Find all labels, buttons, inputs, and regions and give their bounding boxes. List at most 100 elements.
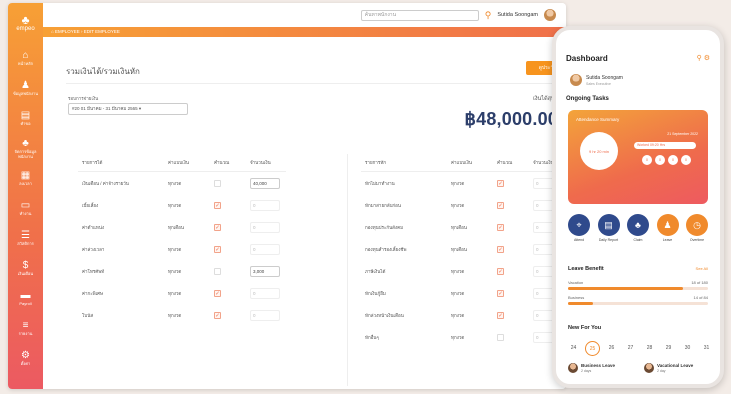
divider (66, 83, 556, 84)
table-row: กองทุนสำรองเลี้ยงชีพ ทุกเดือน ✓ 0 (361, 238, 566, 260)
phone-user-name: Sutida Soongam (586, 75, 623, 81)
clock-dial: 9 hr 20 min (580, 132, 618, 170)
app-logo[interactable]: ♣ empeo (8, 3, 43, 43)
sidebar-item[interactable]: ▭ ทำงาน (8, 193, 43, 223)
calc-checkbox[interactable]: ✓ (497, 289, 504, 297)
date-item[interactable]: 29 (661, 341, 676, 356)
amount-input[interactable]: 40,000 (250, 177, 280, 189)
main-content: รวมเงินได้/รวมเงินหัก ดูประวัติการแก้ไข … (43, 37, 566, 389)
calc-checkbox[interactable]: ✓ (497, 179, 504, 187)
amount-input[interactable]: 0 (250, 309, 280, 321)
calc-checkbox[interactable]: ✓ (214, 311, 221, 319)
quick-action-label: Overtime (689, 238, 705, 242)
sidebar-menu: ⌂ หน้าหลัก ♟ ข้อมูลพนักงาน ▤ คำขอ ♣ จัดการข้อมู… (8, 43, 43, 373)
calc-checkbox[interactable]: ✓ (214, 179, 221, 187)
table-row: ค่าโทรศัพท์ ทุกงวด ✓ 3,000 (78, 260, 286, 282)
item-name: เงินเดือน / ค่าจ้างรายวัน (82, 180, 129, 186)
status-circle: 0 (668, 155, 678, 165)
sidebar-item[interactable]: ♣ จัดการข้อมูล พนักงาน (8, 133, 43, 163)
item-type: ทุกงวด (168, 268, 182, 274)
leave-title: Business Leave (581, 363, 616, 368)
calc-checkbox[interactable]: ✓ (497, 245, 504, 253)
calc-checkbox[interactable]: ✓ (497, 311, 504, 319)
item-type: ทุกงวด (451, 268, 465, 274)
calc-checkbox[interactable]: ✓ (497, 223, 504, 231)
date-item[interactable]: 24 (566, 341, 581, 356)
attendance-card[interactable]: Attendance Summary 21 September 2022 9 h… (568, 110, 708, 204)
amount-input[interactable]: 0 (250, 221, 280, 233)
date-item[interactable]: 28 (642, 341, 657, 356)
desktop-window: ♣ empeo ⌂ หน้าหลัก ♟ ข้อมูลพนักงาน ▤ คำขอ ♣ จัด… (8, 3, 566, 389)
table-row: หักเงินกู้ยืม ทุกงวด ✓ 0 (361, 282, 566, 304)
quick-action[interactable]: ◷ Overtime (684, 214, 710, 242)
people-icon: ♣ (22, 137, 29, 149)
sidebar-item[interactable]: ▤ คำขอ (8, 103, 43, 133)
period-label: รอบการจ่ายเงิน (68, 96, 99, 101)
date-item[interactable]: 26 (604, 341, 619, 356)
item-name: หักล่วงหน้าเงินเดือน (365, 312, 404, 318)
sidebar-item[interactable]: ⌂ หน้าหลัก (8, 43, 43, 73)
quick-action[interactable]: ⌖ Attend (566, 214, 592, 242)
amount-input[interactable]: 3,000 (250, 265, 280, 277)
calc-checkbox[interactable]: ✓ (497, 201, 504, 209)
sidebar-item-label: Payroll (19, 301, 32, 306)
item-name: โบนัส (82, 312, 94, 318)
leave-card[interactable]: Business Leave 2 days (568, 363, 634, 384)
sidebar-item[interactable]: ⚙ ตั้งค่า (8, 343, 43, 373)
search-icon[interactable]: ⚲ (697, 55, 702, 62)
sidebar-item[interactable]: ♟ ข้อมูลพนักงาน (8, 73, 43, 103)
quick-action[interactable]: ♣ Claim (625, 214, 651, 242)
date-item[interactable]: 30 (680, 341, 695, 356)
user-name[interactable]: Sutida Soongam (497, 12, 538, 18)
calc-checkbox[interactable]: ✓ (214, 267, 221, 275)
sidebar-item[interactable]: ▬ Payroll (8, 283, 43, 313)
leave-type: Vacation (568, 280, 584, 285)
see-all-link[interactable]: See All (696, 266, 708, 271)
item-type: ทุกเดือน (451, 224, 467, 230)
table-row: หักล่วงหน้าเงินเดือน ทุกงวด ✓ 0 (361, 304, 566, 326)
date-item[interactable]: 25 (585, 341, 600, 356)
settings-icon: ⚙ (21, 350, 30, 361)
sidebar-item-label: คำขอ (20, 121, 31, 126)
leave-card[interactable]: Vacational Leave 2 day (644, 363, 710, 384)
gear-icon[interactable]: ⚙ (704, 55, 710, 62)
date-item[interactable]: 27 (623, 341, 638, 356)
calc-checkbox[interactable]: ✓ (214, 201, 221, 209)
item-name: หักไม่มาทำงาน (365, 180, 395, 186)
page-title: รวมเงินได้/รวมเงินหัก (66, 67, 140, 76)
sidebar-item-label: ลงเวลา (19, 181, 32, 186)
sidebar-item[interactable]: ▦ ลงเวลา (8, 163, 43, 193)
amount-input[interactable]: 0 (250, 199, 280, 211)
table-row: หักมาสายกลับก่อน ทุกงวด ✓ 0 (361, 194, 566, 216)
item-name: ค่าล่วงเวลา (82, 246, 105, 252)
calc-checkbox[interactable]: ✓ (214, 223, 221, 231)
phone-user-role: Sales Executive (586, 82, 611, 86)
date-item[interactable]: 31 (699, 341, 714, 356)
item-name: กองทุนสำรองเลี้ยงชีพ (365, 246, 407, 252)
calc-checkbox[interactable]: ✓ (214, 289, 221, 297)
sidebar-item[interactable]: ≡ รายงาน (8, 313, 43, 343)
leave-type: Business (568, 295, 585, 300)
breadcrumb[interactable]: ⌂ EMPLOYEE › EDIT EMPLOYEE (43, 27, 566, 37)
table-row: หักไม่มาทำงาน ทุกงวด ✓ 0 (361, 172, 566, 194)
quick-action[interactable]: ♟ Leave (655, 214, 681, 242)
calc-checkbox[interactable]: ✓ (497, 333, 504, 341)
new-for-you-title: New For You (568, 325, 602, 331)
calc-checkbox[interactable]: ✓ (214, 245, 221, 253)
table-header: รายการหัก ค่าแบบเงิน คำนวณ จำนวนเงิน (361, 154, 566, 172)
quick-action[interactable]: ▤ Daily Report (596, 214, 622, 242)
search-icon[interactable]: ⚲ (485, 10, 492, 21)
amount-input[interactable]: 0 (250, 243, 280, 255)
item-type: ทุกงวด (168, 180, 182, 186)
search-input[interactable]: ค้นหาพนักงาน (360, 9, 479, 21)
amount-input[interactable]: 0 (250, 287, 280, 299)
list-icon: ☰ (21, 230, 30, 241)
period-select[interactable]: #20 01 มีนาคม - 31 มีนาคม 2565 ▾ (68, 103, 188, 115)
avatar[interactable] (544, 9, 556, 21)
sidebar-item[interactable]: ☰ สวัสดิการ (8, 223, 43, 253)
sidebar-item[interactable]: $ เงินเดือน (8, 253, 43, 283)
sidebar-item-label: จัดการข้อมูล พนักงาน (14, 148, 37, 159)
leave-benefit-title: Leave Benefit (568, 266, 604, 272)
avatar[interactable] (570, 74, 582, 86)
calc-checkbox[interactable]: ✓ (497, 267, 504, 275)
